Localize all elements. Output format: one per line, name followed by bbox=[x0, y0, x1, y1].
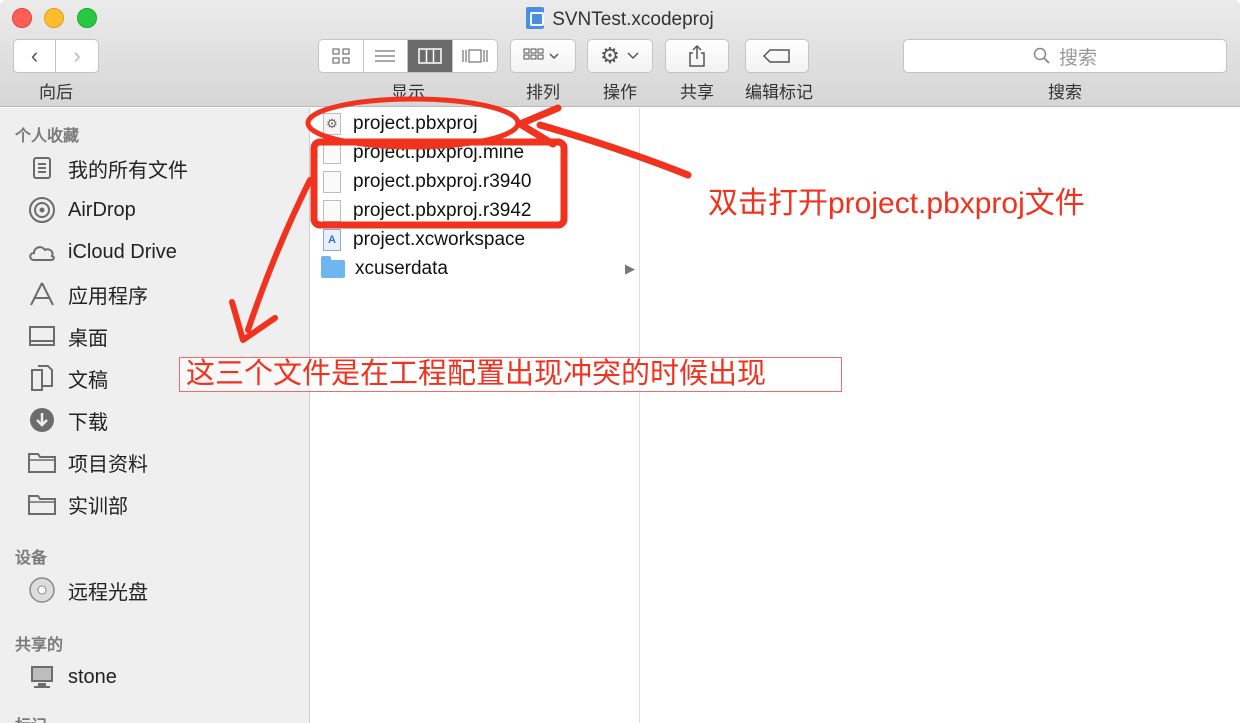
sidebar-item-label: 我的所有文件 bbox=[68, 159, 188, 182]
view-label: 显示 bbox=[391, 83, 425, 102]
icon-grid-icon bbox=[332, 48, 350, 64]
search-input[interactable]: 搜索 bbox=[903, 39, 1227, 73]
view-mode-control bbox=[318, 39, 498, 73]
workspace-icon: A bbox=[323, 229, 341, 251]
file-row[interactable]: project.pbxproj.r3942 bbox=[321, 197, 639, 225]
file-name: xcuserdata bbox=[355, 258, 448, 279]
file-row[interactable]: ⚙ project.pbxproj bbox=[321, 110, 639, 138]
xcodeproj-icon bbox=[526, 7, 545, 29]
all-files-icon bbox=[26, 154, 58, 182]
file-name: project.pbxproj.mine bbox=[353, 142, 525, 163]
file-name: project.pbxproj.r3942 bbox=[353, 200, 532, 221]
disclosure-triangle-icon: ▶ bbox=[625, 261, 635, 276]
tags-label: 编辑标记 bbox=[745, 83, 813, 102]
file-name: project.pbxproj bbox=[353, 113, 478, 134]
sidebar-item-label: iCloud Drive bbox=[68, 240, 177, 263]
sidebar-item-label: 实训部 bbox=[68, 495, 128, 518]
toolbar: SVNTest.xcodeproj ‹ › 向后 显示 排列 ⚙ 操作 共享 编… bbox=[0, 0, 1240, 107]
search-placeholder: 搜索 bbox=[1058, 47, 1097, 69]
sidebar-item-stone[interactable]: stone bbox=[26, 661, 117, 693]
sidebar-item-project-files[interactable]: 项目资料 bbox=[26, 446, 148, 478]
window-title: SVNTest.xcodeproj bbox=[0, 7, 1240, 31]
arrange-label: 排列 bbox=[526, 83, 560, 102]
share-icon bbox=[689, 44, 705, 67]
gear-icon: ⚙ bbox=[600, 43, 620, 68]
favorites-header: 个人收藏 bbox=[15, 128, 80, 145]
documents-icon bbox=[26, 364, 58, 392]
arrange-button[interactable] bbox=[510, 39, 576, 73]
column-view-button[interactable] bbox=[408, 40, 453, 72]
icon-view-button[interactable] bbox=[319, 40, 364, 72]
sidebar-item-label: stone bbox=[68, 665, 117, 688]
sidebar-item-downloads[interactable]: 下载 bbox=[26, 404, 108, 436]
sidebar-item-applications[interactable]: 应用程序 bbox=[26, 278, 148, 310]
file-column: ⚙ project.pbxproj project.pbxproj.mine p… bbox=[311, 108, 640, 723]
search-icon bbox=[1033, 47, 1050, 64]
share-button[interactable] bbox=[665, 39, 729, 73]
sidebar-item-icloud[interactable]: iCloud Drive bbox=[26, 236, 177, 268]
sidebar-item-airdrop[interactable]: AirDrop bbox=[26, 194, 136, 226]
download-icon bbox=[26, 406, 58, 434]
applications-icon bbox=[26, 280, 58, 308]
conflict-hint-annotation: 这三个文件是在工程配置出现冲突的时候出现 bbox=[179, 357, 842, 392]
file-name: project.xcworkspace bbox=[353, 229, 526, 250]
chevron-left-icon: ‹ bbox=[30, 43, 39, 68]
sidebar-item-label: 项目资料 bbox=[68, 453, 148, 476]
chevron-down-icon bbox=[627, 52, 639, 60]
file-name: project.pbxproj.r3940 bbox=[353, 171, 532, 192]
desktop-icon bbox=[26, 322, 58, 350]
devices-header: 设备 bbox=[15, 550, 48, 567]
folder-row[interactable]: xcuserdata ▶ bbox=[321, 255, 639, 283]
list-view-button[interactable] bbox=[364, 40, 408, 72]
file-row[interactable]: A project.xcworkspace bbox=[321, 226, 639, 254]
document-icon bbox=[323, 142, 341, 164]
folder-icon bbox=[321, 256, 345, 281]
sidebar-item-label: 文稿 bbox=[68, 369, 108, 392]
finder-window: SVNTest.xcodeproj ‹ › 向后 显示 排列 ⚙ 操作 共享 编… bbox=[0, 0, 1240, 723]
sidebar-item-remote-disc[interactable]: 远程光盘 bbox=[26, 574, 148, 606]
coverflow-icon bbox=[462, 49, 488, 63]
sidebar: 个人收藏 我的所有文件 AirDrop iCloud Drive 应用程序 桌面… bbox=[0, 108, 310, 723]
back-label: 向后 bbox=[39, 83, 73, 102]
arrange-grid-icon bbox=[523, 48, 559, 60]
tags-header: 标记 bbox=[15, 712, 47, 723]
sidebar-item-desktop[interactable]: 桌面 bbox=[26, 320, 108, 352]
document-icon bbox=[323, 171, 341, 193]
open-hint-annotation: 双击打开project.pbxproj文件 bbox=[708, 187, 1085, 220]
tag-icon bbox=[762, 49, 790, 63]
sidebar-item-training[interactable]: 实训部 bbox=[26, 488, 128, 520]
back-button[interactable]: ‹ bbox=[14, 40, 57, 72]
forward-button[interactable]: › bbox=[56, 40, 98, 72]
shared-header: 共享的 bbox=[15, 637, 64, 654]
columns-icon bbox=[418, 48, 442, 64]
list-icon bbox=[375, 50, 396, 62]
share-label: 共享 bbox=[680, 83, 714, 102]
chevron-right-icon: › bbox=[73, 43, 81, 68]
document-icon bbox=[323, 200, 341, 222]
edit-tags-button[interactable] bbox=[745, 39, 809, 73]
action-button[interactable]: ⚙ bbox=[587, 39, 653, 73]
sidebar-item-documents[interactable]: 文稿 bbox=[26, 362, 108, 394]
computer-icon bbox=[26, 663, 58, 691]
gear-doc-icon: ⚙ bbox=[323, 113, 341, 135]
coverflow-view-button[interactable] bbox=[453, 40, 497, 72]
sidebar-item-label: 应用程序 bbox=[68, 285, 148, 308]
cloud-icon bbox=[26, 238, 58, 266]
back-forward-control: ‹ › bbox=[13, 39, 99, 73]
folder-icon bbox=[26, 448, 58, 476]
airdrop-icon bbox=[26, 196, 58, 224]
search-label: 搜索 bbox=[1048, 83, 1082, 102]
folder-icon bbox=[26, 490, 58, 518]
sidebar-item-label: 桌面 bbox=[68, 327, 108, 350]
sidebar-item-label: AirDrop bbox=[68, 198, 136, 221]
disc-icon bbox=[26, 576, 58, 604]
file-row[interactable]: project.pbxproj.mine bbox=[321, 139, 639, 167]
file-row[interactable]: project.pbxproj.r3940 bbox=[321, 168, 639, 196]
sidebar-item-label: 下载 bbox=[68, 411, 108, 434]
action-label: 操作 bbox=[603, 83, 637, 102]
sidebar-item-label: 远程光盘 bbox=[68, 581, 148, 604]
sidebar-item-all-files[interactable]: 我的所有文件 bbox=[26, 152, 188, 184]
